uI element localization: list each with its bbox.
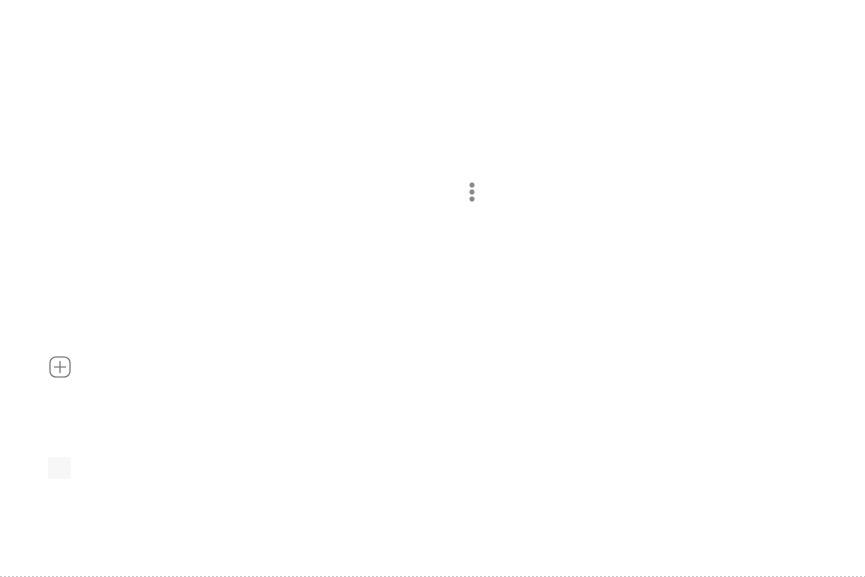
overflow-menu-button[interactable]: [460, 179, 484, 205]
screen: [0, 0, 865, 577]
more-vertical-icon: [469, 182, 475, 202]
placeholder-icon: [48, 457, 71, 479]
add-button[interactable]: [47, 354, 73, 380]
add-square-icon: [49, 356, 71, 378]
